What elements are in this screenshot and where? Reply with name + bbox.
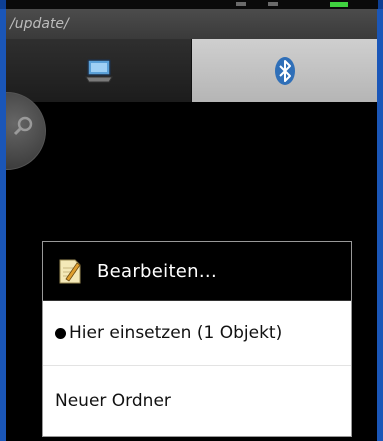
search-handle[interactable] bbox=[6, 92, 46, 170]
app-screen: /update/ Bearbeiten... Hier einsetzen (1… bbox=[6, 9, 377, 441]
menu-item-paste-here[interactable]: Hier einsetzen (1 Objekt) bbox=[43, 301, 351, 366]
tab-bluetooth[interactable] bbox=[192, 39, 377, 102]
signal-icon bbox=[236, 2, 246, 6]
selected-bullet-icon bbox=[55, 327, 66, 339]
context-menu-dialog: Bearbeiten... Hier einsetzen (1 Objekt) … bbox=[42, 241, 352, 437]
current-path: /update/ bbox=[6, 9, 377, 39]
menu-item-label: Neuer Ordner bbox=[55, 391, 171, 411]
note-edit-icon bbox=[59, 259, 81, 284]
device-storage-icon bbox=[84, 58, 113, 82]
dialog-title: Bearbeiten... bbox=[97, 260, 217, 282]
tab-device-storage[interactable] bbox=[6, 39, 192, 102]
menu-item-label: Hier einsetzen (1 Objekt) bbox=[69, 323, 283, 343]
bluetooth-icon bbox=[274, 56, 295, 85]
search-icon bbox=[13, 116, 33, 136]
dialog-header: Bearbeiten... bbox=[43, 242, 351, 301]
battery-icon bbox=[330, 2, 348, 7]
status-bar bbox=[6, 0, 378, 9]
wifi-icon bbox=[268, 2, 278, 6]
menu-item-new-folder[interactable]: Neuer Ordner bbox=[43, 366, 351, 436]
tab-bar bbox=[6, 39, 377, 102]
